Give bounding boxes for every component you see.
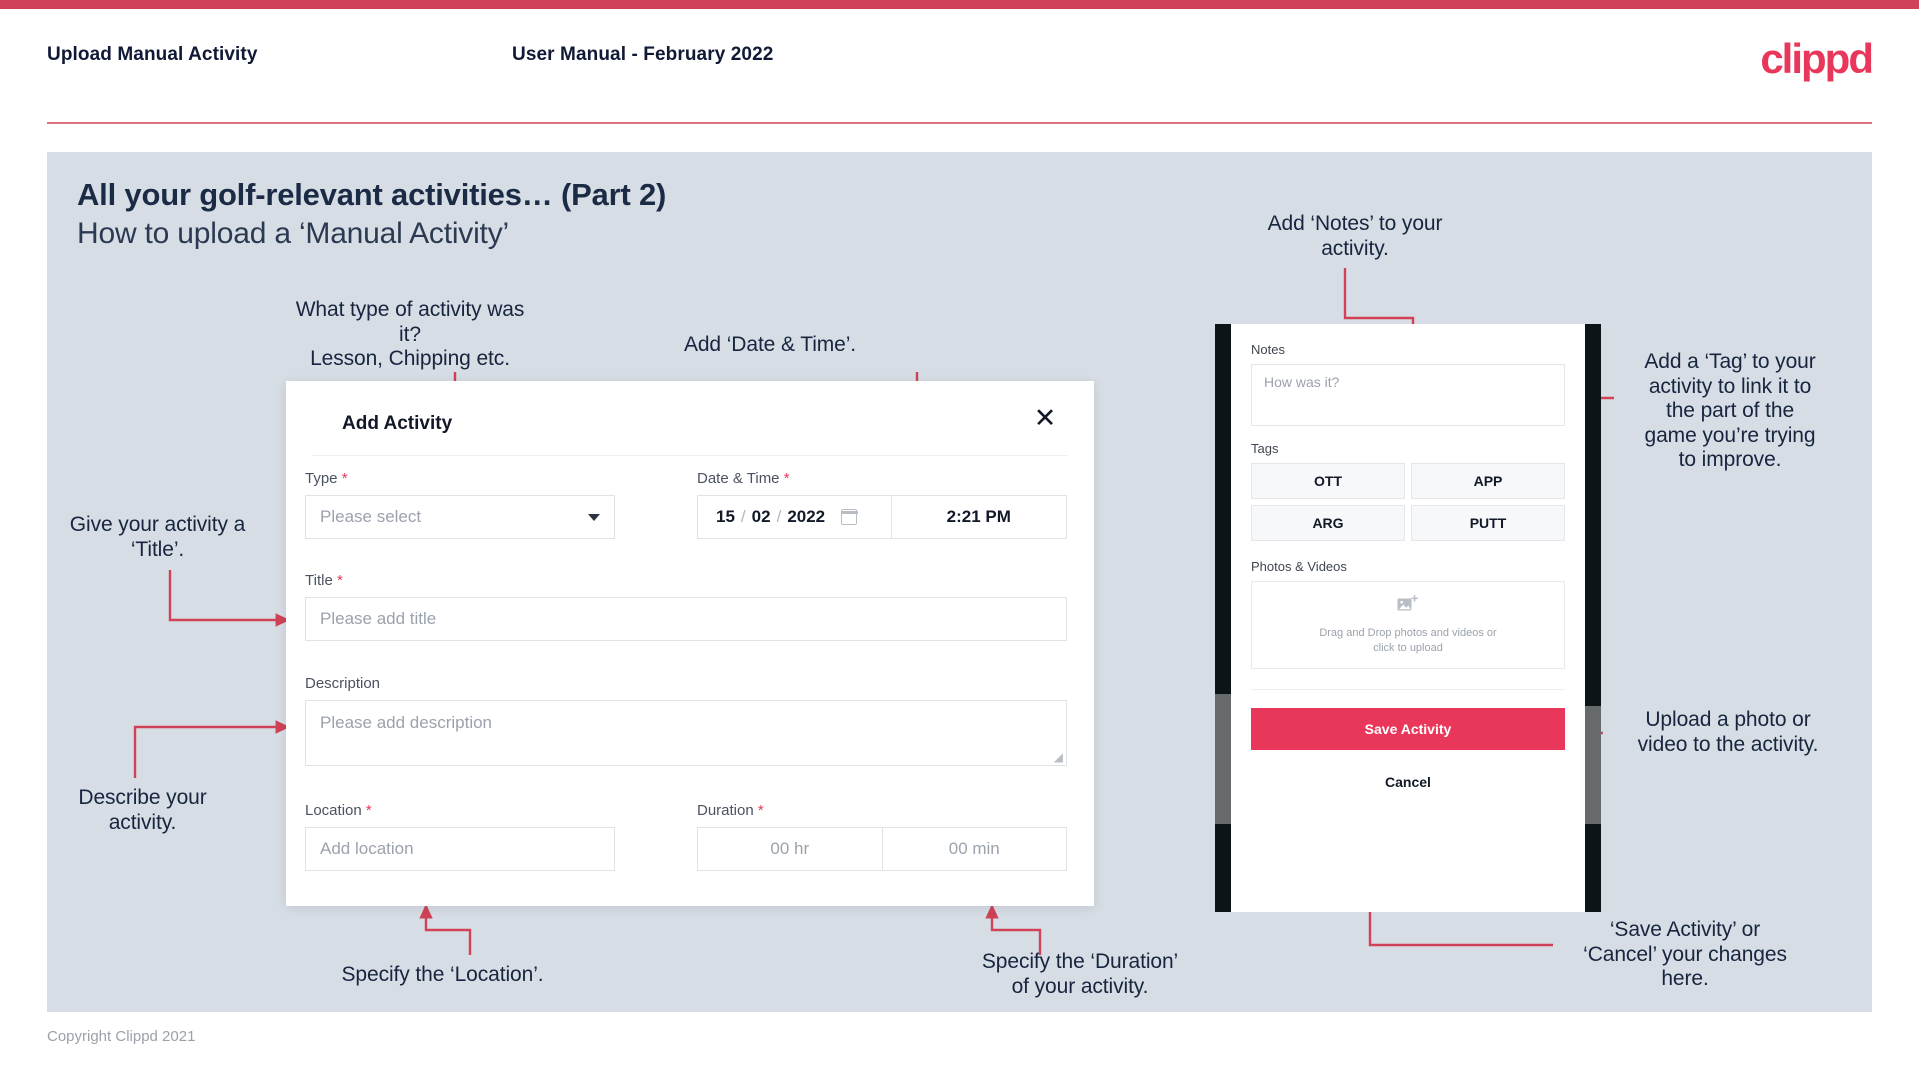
clippd-logo: clippd: [1760, 35, 1874, 82]
notes-placeholder: How was it?: [1264, 374, 1340, 390]
annotation-notes: Add ‘Notes’ to your activity.: [1267, 212, 1443, 260]
title-input[interactable]: Please add title: [305, 597, 1067, 641]
chevron-down-icon: [588, 513, 600, 521]
phone-divider: [1251, 689, 1565, 690]
date-day: 15: [716, 507, 735, 526]
date-year: 2022: [787, 507, 826, 526]
field-description-label: Description: [305, 675, 1067, 692]
location-input[interactable]: Add location: [305, 827, 615, 871]
date-month: 02: [751, 507, 771, 526]
type-select-placeholder: Please select: [320, 507, 422, 526]
add-image-icon: [1397, 594, 1419, 619]
datetime-inputs: 15 / 02 / 2022 2:21 PM: [697, 495, 1067, 539]
annotation-title: Give your activity a ‘Title’.: [69, 513, 246, 561]
tag-button-app[interactable]: APP: [1411, 463, 1565, 499]
field-datetime-label-text: Date & Time: [697, 470, 780, 487]
field-title-label-text: Title: [305, 572, 333, 589]
phone-mockup: Notes How was it? Tags OTT APP ARG PUTT …: [1215, 324, 1601, 912]
photos-videos-label: Photos & Videos: [1251, 559, 1347, 574]
photo-upload-dropzone[interactable]: Drag and Drop photos and videos or click…: [1251, 581, 1565, 669]
date-separator: /: [776, 507, 782, 526]
required-asterisk: *: [336, 572, 343, 589]
page-title: All your golf-relevant activities… (Part…: [77, 177, 667, 212]
resize-handle-icon[interactable]: ◢: [1054, 751, 1063, 763]
phone-left-edge: [1215, 324, 1231, 912]
page-subtitle: How to upload a ‘Manual Activity’: [77, 217, 509, 250]
field-type-label: Type *: [305, 470, 615, 487]
dropzone-text: Drag and Drop photos and videos or click…: [1319, 626, 1496, 656]
dropzone-text-line2: click to upload: [1373, 641, 1443, 654]
header-left-title: Upload Manual Activity: [47, 44, 258, 65]
annotation-save: ‘Save Activity’ or ‘Cancel’ your changes h…: [1583, 918, 1787, 991]
annotation-description: Describe your activity.: [78, 786, 207, 834]
title-input-placeholder: Please add title: [320, 609, 437, 628]
copyright-text: Copyright Clippd 2021: [47, 1028, 196, 1045]
annotation-type: What type of activity was it? Lesson, Chi…: [295, 298, 525, 371]
required-asterisk: *: [757, 802, 764, 819]
tag-button-putt[interactable]: PUTT: [1411, 505, 1565, 541]
required-asterisk: *: [783, 470, 790, 487]
cancel-button[interactable]: Cancel: [1251, 774, 1565, 790]
field-location: Location * Add location: [305, 802, 615, 871]
field-description-label-text: Description: [305, 675, 381, 692]
field-datetime-label: Date & Time *: [697, 470, 1067, 487]
annotation-duration: Specify the ‘Duration’ of your activity.: [981, 950, 1179, 998]
field-location-label: Location *: [305, 802, 615, 819]
tag-button-ott[interactable]: OTT: [1251, 463, 1405, 499]
required-asterisk: *: [341, 470, 348, 487]
phone-volume-button: [1215, 694, 1231, 824]
time-input[interactable]: 2:21 PM: [890, 496, 1067, 538]
field-datetime: Date & Time * 15 / 02 / 2022 2:21 PM: [697, 470, 1067, 539]
tags-label: Tags: [1251, 441, 1279, 456]
annotation-tags: Add a ‘Tag’ to your activity to link it t…: [1644, 350, 1816, 472]
header-center-title: User Manual - February 2022: [512, 44, 774, 65]
annotation-upload: Upload a photo or video to the activity.: [1637, 708, 1819, 756]
annotation-datetime: Add ‘Date & Time’.: [683, 333, 857, 356]
field-description: Description Please add description ◢: [305, 675, 1067, 766]
annotation-location: Specify the ‘Location’.: [341, 963, 544, 986]
tags-grid: OTT APP ARG PUTT: [1251, 463, 1565, 541]
required-asterisk: *: [365, 802, 372, 819]
duration-inputs: 00 hr 00 min: [697, 827, 1067, 871]
field-location-label-text: Location: [305, 802, 362, 819]
field-duration: Duration * 00 hr 00 min: [697, 802, 1067, 871]
field-title: Title * Please add title: [305, 572, 1067, 641]
close-icon[interactable]: ✕: [1028, 401, 1062, 435]
phone-power-button: [1585, 706, 1601, 824]
dropzone-text-line1: Drag and Drop photos and videos or: [1319, 626, 1497, 639]
notes-label: Notes: [1251, 342, 1285, 357]
notes-input[interactable]: How was it?: [1251, 364, 1565, 426]
field-duration-label-text: Duration: [697, 802, 754, 819]
field-type: Type * Please select: [305, 470, 615, 539]
description-placeholder: Please add description: [320, 713, 493, 732]
field-type-label-text: Type: [305, 470, 338, 487]
date-separator: /: [740, 507, 746, 526]
field-title-label: Title *: [305, 572, 1067, 589]
dialog-title: Add Activity: [342, 413, 453, 434]
location-input-placeholder: Add location: [320, 839, 414, 858]
phone-screen: Notes How was it? Tags OTT APP ARG PUTT …: [1231, 324, 1585, 912]
duration-hours-input[interactable]: 00 hr: [698, 828, 882, 870]
field-duration-label: Duration *: [697, 802, 1067, 819]
tag-button-arg[interactable]: ARG: [1251, 505, 1405, 541]
slide-page: Upload Manual Activity User Manual - Feb…: [0, 0, 1919, 1079]
duration-minutes-input[interactable]: 00 min: [881, 828, 1067, 870]
phone-right-edge: [1585, 324, 1601, 912]
top-accent-bar: [0, 0, 1919, 9]
calendar-icon[interactable]: [840, 509, 858, 525]
description-textarea[interactable]: Please add description ◢: [305, 700, 1067, 766]
type-select[interactable]: Please select: [305, 495, 615, 539]
header-divider: [47, 122, 1872, 124]
dialog-divider: [312, 455, 1068, 456]
date-input[interactable]: 15 / 02 / 2022: [698, 496, 891, 538]
save-activity-button[interactable]: Save Activity: [1251, 708, 1565, 750]
